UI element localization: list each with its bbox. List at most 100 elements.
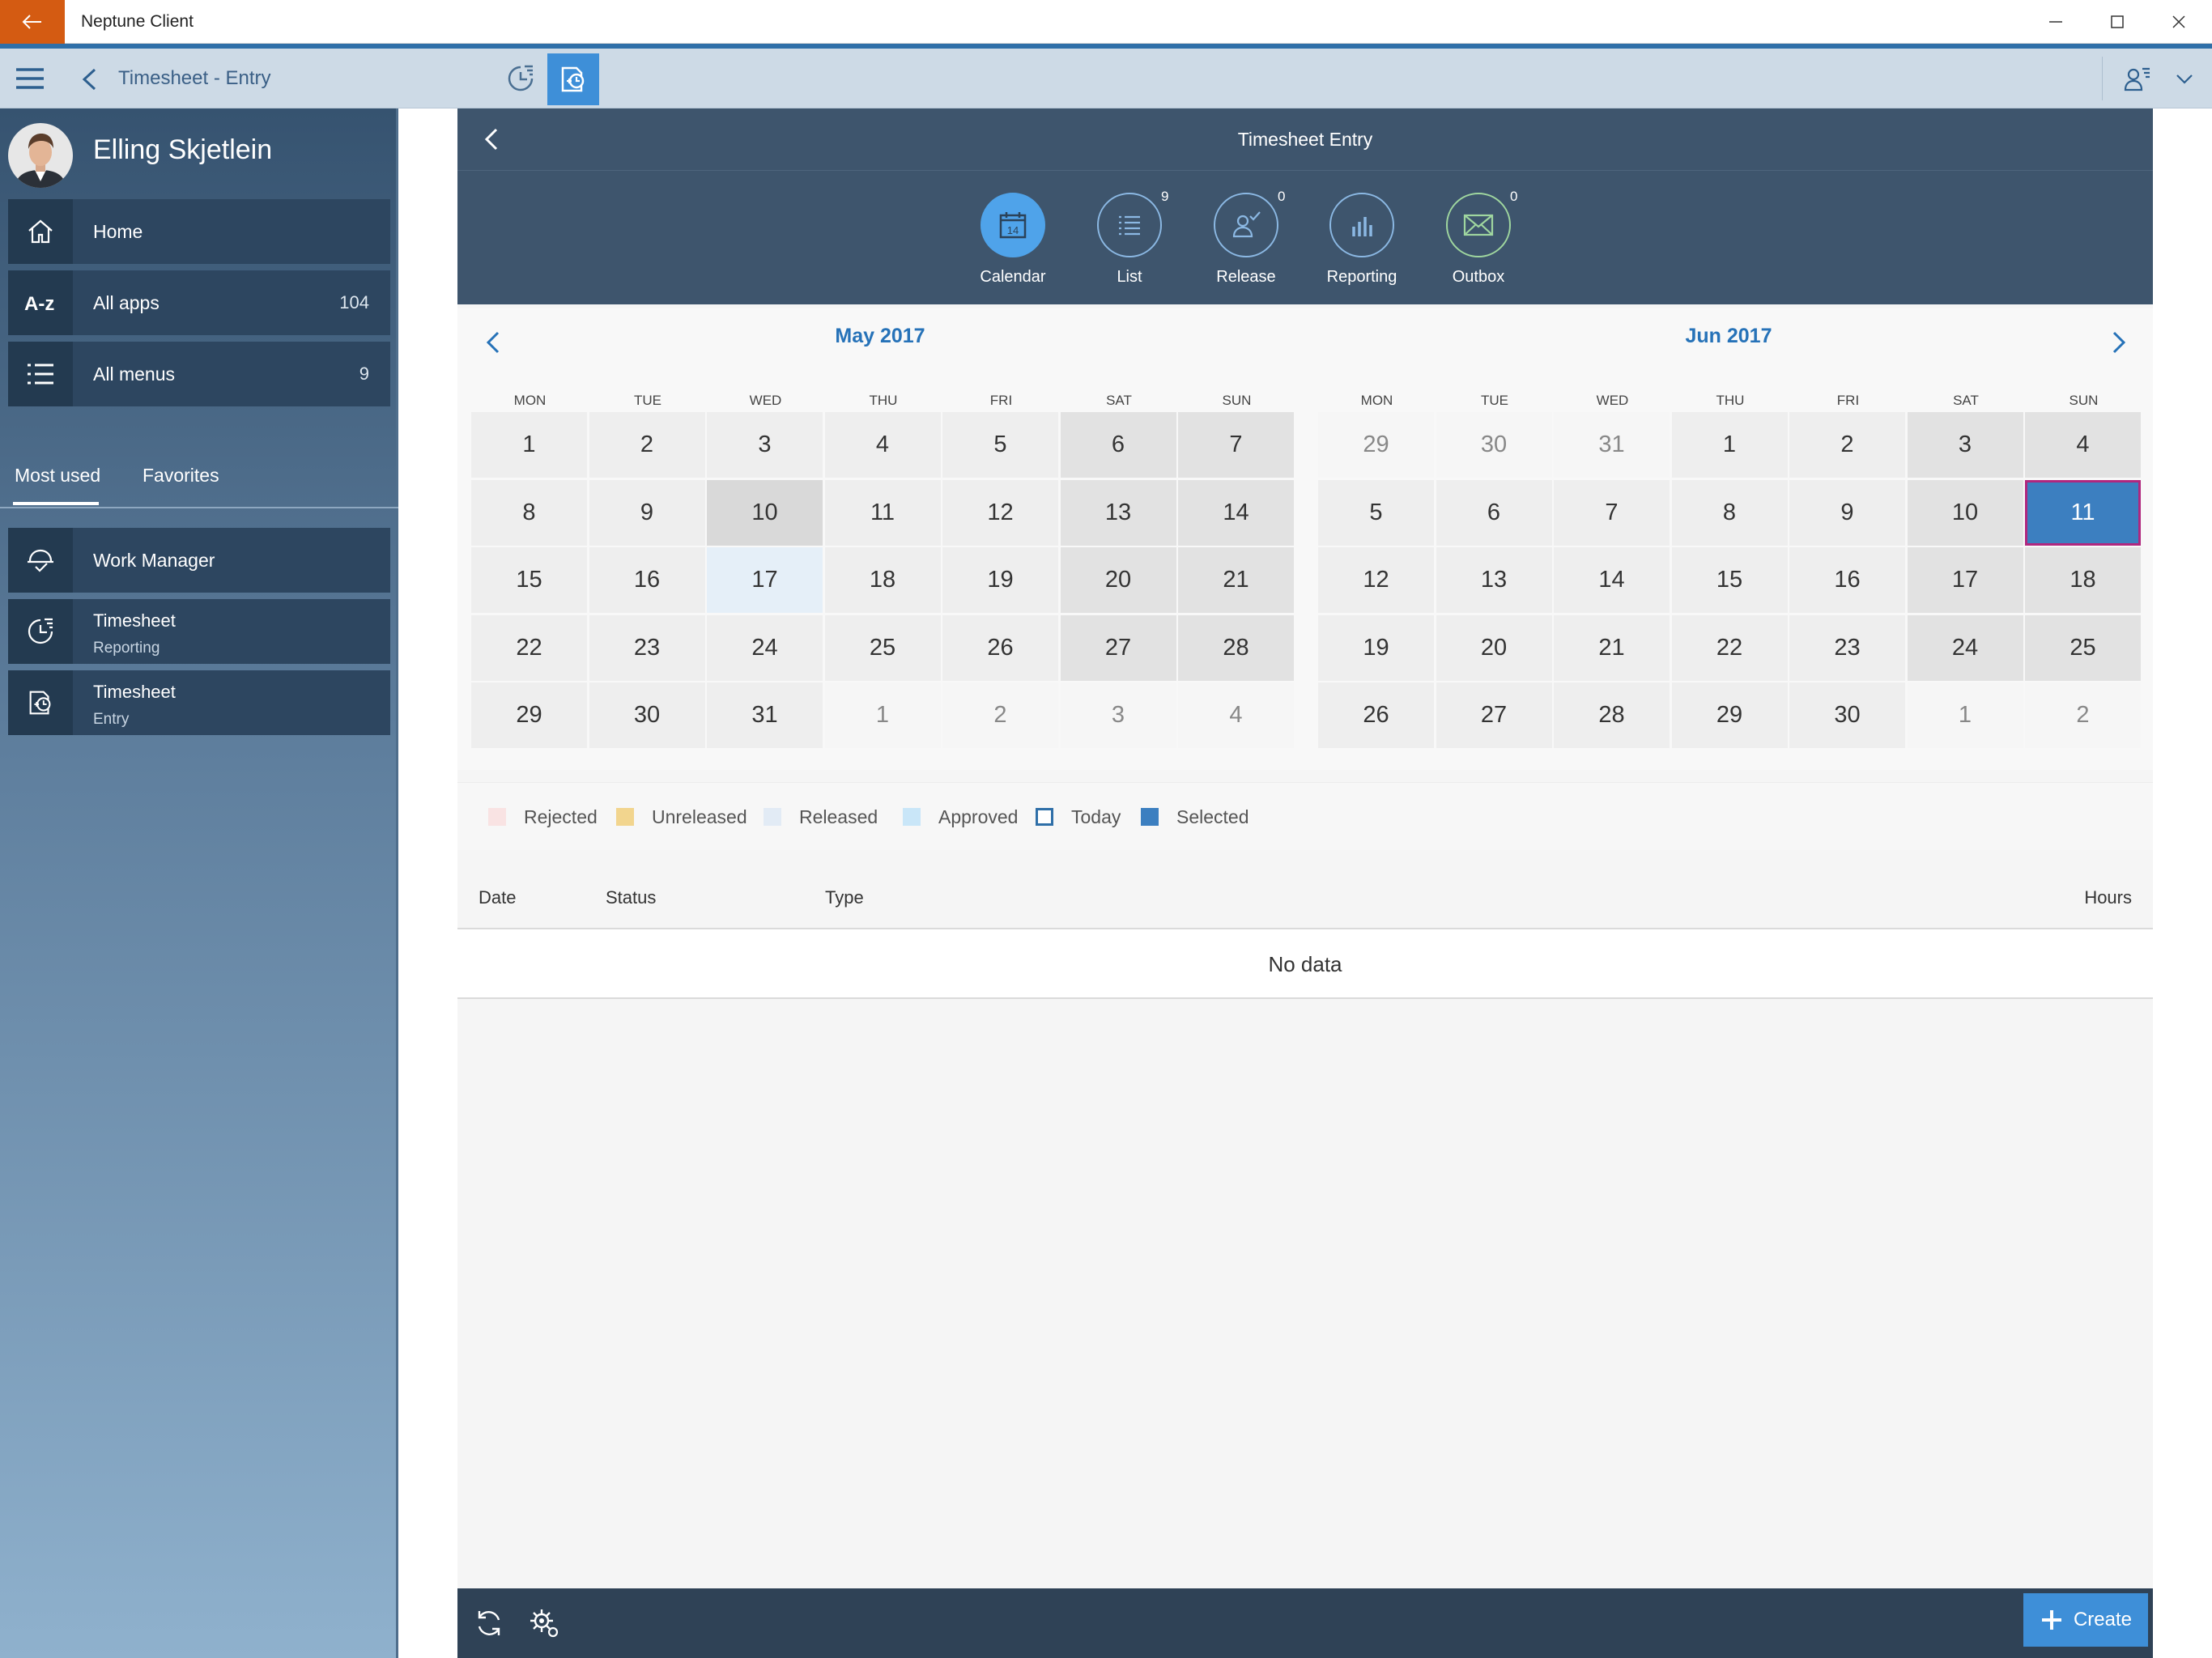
sidebar-item-all-menus[interactable]: All menus 9 [8,342,390,406]
previous-month-button[interactable] [475,325,511,360]
calendar-day[interactable]: 31 [1554,412,1670,478]
calendar-day[interactable]: 7 [1554,479,1670,546]
calendar-day[interactable]: 17 [707,547,823,613]
back-button[interactable] [73,63,105,96]
calendar-day[interactable]: 24 [707,614,823,681]
calendar-day[interactable]: 25 [2025,614,2141,681]
calendar-day[interactable]: 18 [824,547,941,613]
app-item-timesheet-reporting[interactable]: Timesheet Reporting [8,599,390,664]
close-button[interactable] [2149,0,2209,44]
calendar-day[interactable]: 14 [1178,479,1294,546]
calendar-day[interactable]: 13 [1060,479,1176,546]
calendar-day[interactable]: 21 [1554,614,1670,681]
calendar-day[interactable]: 16 [589,547,705,613]
calendar-day[interactable]: 21 [1178,547,1294,613]
calendar-day[interactable]: 30 [1436,412,1552,478]
calendar-day[interactable]: 28 [1178,614,1294,681]
column-hours[interactable]: Hours [2084,866,2132,929]
calendar-day[interactable]: 5 [942,412,1058,478]
calendar-day[interactable]: 4 [824,412,941,478]
calendar-day[interactable]: 27 [1060,614,1176,681]
calendar-day[interactable]: 2 [589,412,705,478]
timesheet-entry-shortcut[interactable] [547,53,599,105]
app-item-work-manager[interactable]: Work Manager [8,528,390,593]
avatar[interactable] [8,123,73,188]
panel-back-button[interactable] [474,121,509,157]
calendar-day[interactable]: 30 [589,682,705,748]
calendar-day[interactable]: 11 [2025,479,2141,546]
calendar-day[interactable]: 4 [1178,682,1294,748]
calendar-day[interactable]: 1 [1671,412,1788,478]
calendar-day[interactable]: 7 [1178,412,1294,478]
settings-button[interactable] [525,1605,563,1642]
column-status[interactable]: Status [606,866,656,929]
calendar-day[interactable]: 20 [1436,614,1552,681]
tab-list[interactable]: 9 List [1077,171,1182,305]
menu-button[interactable] [13,62,47,96]
calendar-day[interactable]: 23 [1789,614,1905,681]
calendar-day[interactable]: 3 [707,412,823,478]
tab-outbox[interactable]: 0 Outbox [1426,171,1531,305]
calendar-day[interactable]: 2 [1789,412,1905,478]
calendar-day[interactable]: 4 [2025,412,2141,478]
calendar-day[interactable]: 19 [942,547,1058,613]
user-menu-button[interactable] [2115,62,2160,96]
calendar-day[interactable]: 2 [2025,682,2141,748]
calendar-day[interactable]: 29 [1671,682,1788,748]
calendar-day[interactable]: 27 [1436,682,1552,748]
calendar-day[interactable]: 29 [1318,412,1434,478]
app-item-timesheet-entry[interactable]: Timesheet Entry [8,670,390,735]
calendar-day[interactable]: 2 [942,682,1058,748]
tab-most-used[interactable]: Most used [15,465,100,487]
calendar-day[interactable]: 1 [1907,682,2023,748]
calendar-day[interactable]: 18 [2025,547,2141,613]
calendar-day[interactable]: 12 [1318,547,1434,613]
tab-release[interactable]: 0 Release [1193,171,1299,305]
calendar-day[interactable]: 15 [471,547,587,613]
calendar-day[interactable]: 3 [1060,682,1176,748]
calendar-day[interactable]: 26 [942,614,1058,681]
user-menu-dropdown[interactable] [2167,62,2202,96]
calendar-day[interactable]: 19 [1318,614,1434,681]
calendar-day[interactable]: 25 [824,614,941,681]
calendar-day[interactable]: 6 [1060,412,1176,478]
calendar-day[interactable]: 22 [1671,614,1788,681]
calendar-day[interactable]: 12 [942,479,1058,546]
window-back-button[interactable] [0,0,65,44]
calendar-day[interactable]: 8 [1671,479,1788,546]
calendar-day[interactable]: 15 [1671,547,1788,613]
calendar-day[interactable]: 6 [1436,479,1552,546]
calendar-day[interactable]: 23 [589,614,705,681]
calendar-day[interactable]: 5 [1318,479,1434,546]
calendar-day[interactable]: 24 [1907,614,2023,681]
minimize-button[interactable] [2026,0,2086,44]
calendar-day[interactable]: 22 [471,614,587,681]
calendar-day[interactable]: 31 [707,682,823,748]
calendar-day[interactable]: 16 [1789,547,1905,613]
calendar-day[interactable]: 8 [471,479,587,546]
next-month-button[interactable] [2101,325,2137,360]
refresh-button[interactable] [470,1605,508,1642]
calendar-day[interactable]: 26 [1318,682,1434,748]
calendar-day[interactable]: 11 [824,479,941,546]
create-button[interactable]: Create [2023,1593,2148,1647]
calendar-day[interactable]: 20 [1060,547,1176,613]
tab-favorites[interactable]: Favorites [143,465,219,487]
column-date[interactable]: Date [479,866,516,929]
calendar-day[interactable]: 9 [589,479,705,546]
calendar-day[interactable]: 13 [1436,547,1552,613]
calendar-day[interactable]: 17 [1907,547,2023,613]
sidebar-item-all-apps[interactable]: A-z All apps 104 [8,270,390,335]
calendar-day[interactable]: 3 [1907,412,2023,478]
calendar-day[interactable]: 1 [471,412,587,478]
calendar-day[interactable]: 30 [1789,682,1905,748]
tab-reporting[interactable]: Reporting [1309,171,1414,305]
calendar-day[interactable]: 9 [1789,479,1905,546]
calendar-day[interactable]: 10 [1907,479,2023,546]
maximize-button[interactable] [2087,0,2147,44]
calendar-day[interactable]: 10 [707,479,823,546]
timesheet-reporting-shortcut[interactable] [499,57,542,100]
calendar-day[interactable]: 1 [824,682,941,748]
calendar-day[interactable]: 29 [471,682,587,748]
calendar-day[interactable]: 14 [1554,547,1670,613]
